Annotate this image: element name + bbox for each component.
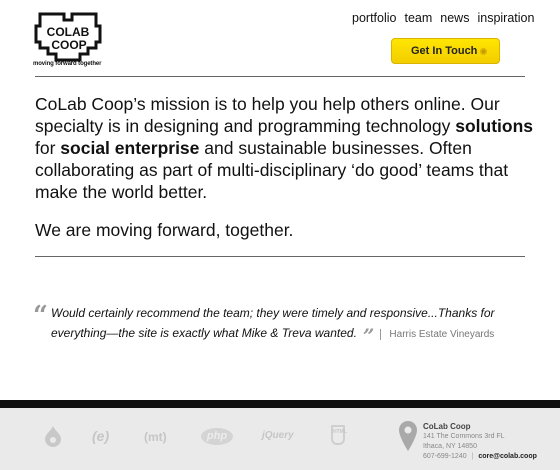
- jquery-icon: jQuery: [262, 430, 294, 441]
- testimonial-author: Harris Estate Vineyards: [380, 329, 495, 340]
- brand-tagline: moving forward together: [33, 61, 102, 67]
- drupal-icon: [45, 426, 61, 447]
- close-quote-icon: ”: [362, 324, 375, 348]
- mission-emphasis-solutions: solutions: [455, 116, 534, 136]
- nav-item-inspiration[interactable]: inspiration: [477, 11, 534, 25]
- moving-forward-statement: We are moving forward, together.: [35, 220, 294, 240]
- testimonial: Would certainly recommend the team; they…: [51, 303, 521, 346]
- mt-icon: (mt): [144, 430, 167, 444]
- mission-text-c: for: [35, 138, 61, 158]
- ee-icon: (e): [92, 428, 110, 444]
- header-divider: [35, 76, 525, 77]
- html5-icon: HTML: [331, 425, 347, 445]
- location-pin-icon: [399, 421, 417, 451]
- content-divider: [35, 256, 525, 257]
- contact-email[interactable]: core@colab.coop: [478, 453, 537, 460]
- circle-icon: [480, 48, 487, 55]
- php-icon: php: [201, 428, 233, 445]
- nav-item-news[interactable]: news: [440, 11, 469, 25]
- open-quote-icon: “: [33, 301, 48, 331]
- contact-phone[interactable]: 607-699-1240: [423, 453, 467, 460]
- get-in-touch-label: Get In Touch: [411, 45, 478, 57]
- main-nav: portfolio team news inspiration: [352, 11, 534, 25]
- nav-item-portfolio[interactable]: portfolio: [352, 11, 396, 25]
- contact-address-line1: 141 The Commons 3rd FL: [423, 433, 505, 440]
- contact-address-line2: Ithaca, NY 14850: [423, 443, 477, 450]
- nav-item-team[interactable]: team: [404, 11, 432, 25]
- footer-top-bar: [0, 400, 560, 408]
- mission-text-a: CoLab Coop’s mission is to help you help…: [35, 94, 500, 136]
- get-in-touch-button[interactable]: Get In Touch: [391, 38, 500, 64]
- mission-emphasis-social-enterprise: social enterprise: [60, 138, 200, 158]
- mission-statement: CoLab Coop’s mission is to help you help…: [35, 93, 535, 203]
- contact-name: CoLab Coop: [423, 422, 471, 431]
- contact-info: CoLab Coop 141 The Commons 3rd FL Ithaca…: [423, 422, 537, 460]
- logo-line1: COLAB: [47, 25, 90, 39]
- logo-line2: COOP: [51, 38, 86, 52]
